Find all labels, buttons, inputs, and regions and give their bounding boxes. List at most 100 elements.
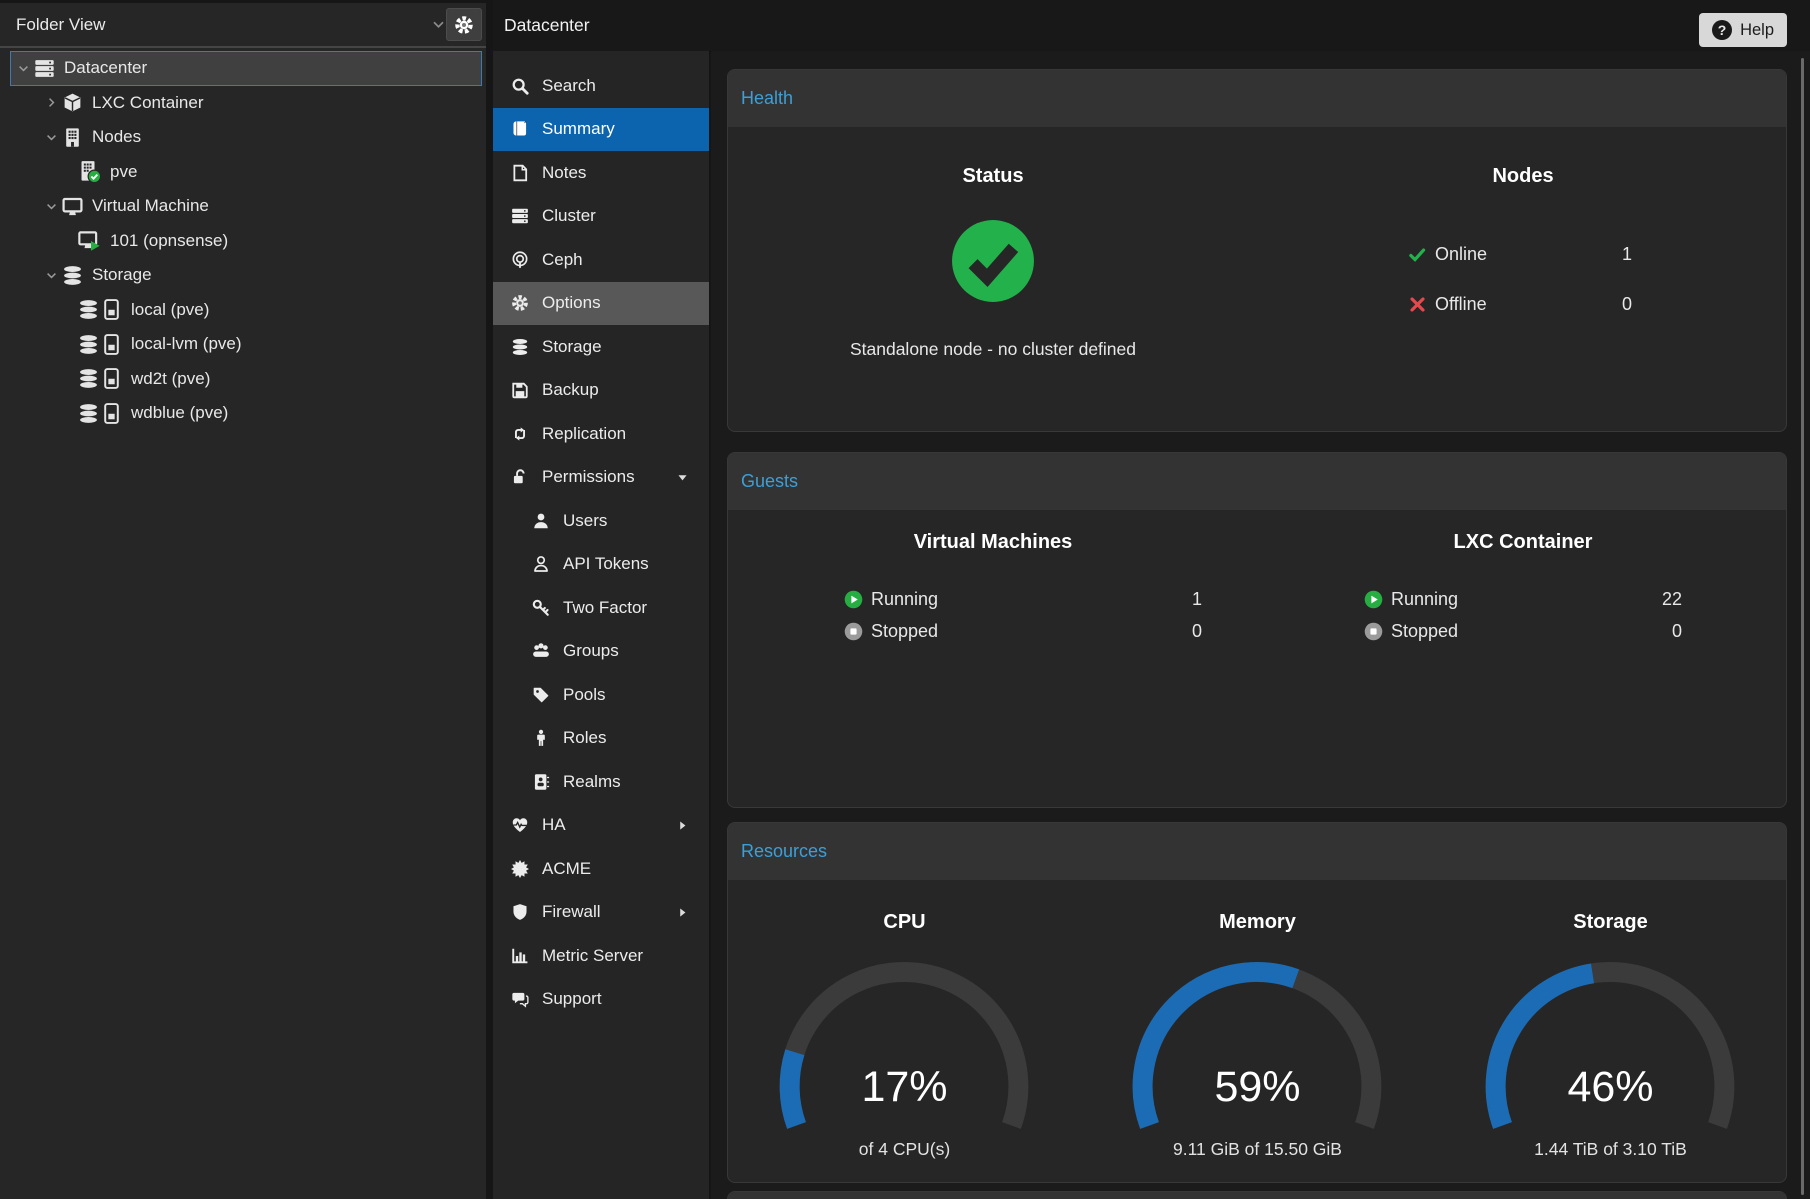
tree-item-label: Storage	[92, 265, 152, 285]
tree-item-wdblue-pve[interactable]: wdblue (pve)	[0, 396, 486, 431]
view-mode-select[interactable]: Folder View	[6, 9, 456, 40]
database-icon	[78, 403, 99, 424]
tree-settings-button[interactable]	[446, 8, 482, 41]
top-header-bar: Datacenter ? Help	[493, 0, 1810, 52]
proxmox-app: Folder View DatacenterLXC ContainerNodes…	[0, 0, 1810, 1199]
tree-item-local-lvm-pve[interactable]: local-lvm (pve)	[0, 327, 486, 362]
gear-icon	[454, 15, 474, 35]
guest-status-value: 22	[1662, 589, 1682, 610]
arrow-right-icon	[676, 906, 689, 919]
nav-item-label: Summary	[542, 119, 615, 139]
tree-item-nodes[interactable]: Nodes	[0, 120, 486, 155]
nav-item-users[interactable]: Users	[493, 499, 709, 543]
tree-item-lxc-container[interactable]: LXC Container	[0, 86, 486, 121]
chevron-down-icon	[431, 17, 446, 32]
heartbeat-icon	[511, 816, 529, 834]
chevron-down-icon	[45, 200, 58, 213]
status-heading: Status	[728, 165, 1258, 188]
guest-status-row-lxc-container-stopped: Stopped0	[1364, 618, 1682, 644]
guest-status-label: Stopped	[871, 621, 938, 642]
nav-item-ha[interactable]: HA	[493, 804, 709, 848]
gauge-sub-label: 1.44 TiB of 3.10 TiB	[1434, 1139, 1787, 1160]
status-ok-icon	[951, 219, 1035, 303]
tree-item-datacenter[interactable]: Datacenter	[0, 51, 486, 86]
nav-item-label: Backup	[542, 380, 599, 400]
tree-item-wd2t-pve[interactable]: wd2t (pve)	[0, 362, 486, 397]
male-icon	[532, 729, 550, 747]
main-content: Health Status Standalone node - no clust…	[711, 51, 1810, 1199]
health-panel-title: Health	[728, 70, 1786, 127]
tree-item-storage[interactable]: Storage	[0, 258, 486, 293]
datacenter-nav: Search Summary NotesClusterCephOptions Stor…	[493, 51, 710, 1199]
check-circle-icon	[951, 219, 1035, 303]
node-status-value: 1	[1622, 244, 1632, 265]
guest-status-row-virtual-machines-running: Running 1	[844, 586, 1202, 612]
guest-status-value: 1	[1192, 589, 1202, 610]
guest-status-value: 0	[1672, 621, 1682, 642]
nav-item-permissions[interactable]: Permissions	[493, 456, 709, 500]
nav-item-cluster[interactable]: Cluster	[493, 195, 709, 239]
nav-item-groups[interactable]: Groups	[493, 630, 709, 674]
tree-item-local-pve[interactable]: local (pve)	[0, 293, 486, 328]
resources-panel-title: Resources	[728, 823, 1786, 880]
retweet-icon	[511, 425, 529, 443]
caret-down-icon[interactable]	[40, 269, 62, 282]
tree-item-virtual-machine[interactable]: Virtual Machine	[0, 189, 486, 224]
guest-status-value: 0	[1192, 621, 1202, 642]
nav-item-options[interactable]: Options	[493, 282, 709, 326]
chevron-down-icon	[45, 131, 58, 144]
running-icon	[844, 590, 863, 609]
building-check-icon	[78, 160, 101, 183]
gauge-sub-label: of 4 CPU(s)	[728, 1139, 1081, 1160]
users-icon	[532, 642, 550, 660]
nav-item-search[interactable]: Search	[493, 64, 709, 108]
tree-item-label: Virtual Machine	[92, 196, 209, 216]
tree-item-101-opnsense[interactable]: 101 (opnsense)	[0, 224, 486, 259]
caret-down-icon[interactable]	[40, 131, 62, 144]
nav-item-label: Metric Server	[542, 946, 643, 966]
burst-icon	[511, 860, 529, 878]
database-icon	[78, 299, 99, 320]
help-icon: ?	[1712, 20, 1732, 40]
gauge-heading: Storage	[1434, 911, 1787, 934]
nav-item-replication[interactable]: Replication	[493, 412, 709, 456]
cluster-icon	[511, 207, 529, 225]
nav-item-support[interactable]: Support	[493, 978, 709, 1022]
help-button[interactable]: ? Help	[1699, 13, 1787, 47]
nav-item-label: ACME	[542, 859, 591, 879]
caret-right-icon[interactable]	[40, 96, 62, 109]
stopped-icon	[844, 622, 863, 641]
chart-icon	[511, 947, 529, 965]
nav-item-roles[interactable]: Roles	[493, 717, 709, 761]
unlock-icon	[511, 468, 529, 486]
nav-item-label: Permissions	[542, 467, 635, 487]
tree-item-pve[interactable]: pve	[0, 155, 486, 190]
collapse-arrow-icon	[676, 891, 689, 935]
nav-item-api-tokens[interactable]: API Tokens	[493, 543, 709, 587]
caret-down-icon[interactable]	[12, 62, 34, 75]
nav-item-storage[interactable]: Storage	[493, 325, 709, 369]
shield-icon	[511, 903, 529, 921]
caret-down-icon[interactable]	[40, 200, 62, 213]
guest-status-label: Running	[871, 589, 938, 610]
nav-item-backup[interactable]: Backup	[493, 369, 709, 413]
chevron-down-icon	[45, 269, 58, 282]
nav-item-two-factor[interactable]: Two Factor	[493, 586, 709, 630]
nav-item-summary[interactable]: Summary	[493, 108, 709, 152]
nav-item-firewall[interactable]: Firewall	[493, 891, 709, 935]
nav-item-label: Replication	[542, 424, 626, 444]
monitor-icon	[62, 196, 83, 217]
nav-item-realms[interactable]: Realms	[493, 760, 709, 804]
nav-item-notes[interactable]: Notes	[493, 151, 709, 195]
datacenter-icon	[34, 58, 55, 79]
gauge-memory: Memory59%9.11 GiB of 15.50 GiB	[1081, 880, 1434, 1182]
nav-item-acme[interactable]: ACME	[493, 847, 709, 891]
view-mode-label: Folder View	[16, 15, 105, 35]
chevron-down-icon	[431, 17, 446, 32]
vertical-scrollbar[interactable]	[1801, 58, 1804, 1195]
nav-item-ceph[interactable]: Ceph	[493, 238, 709, 282]
drive-icon	[101, 299, 122, 320]
nav-item-pools[interactable]: Pools	[493, 673, 709, 717]
nav-item-metric-server[interactable]: Metric Server	[493, 934, 709, 978]
nav-item-label: Storage	[542, 337, 602, 357]
